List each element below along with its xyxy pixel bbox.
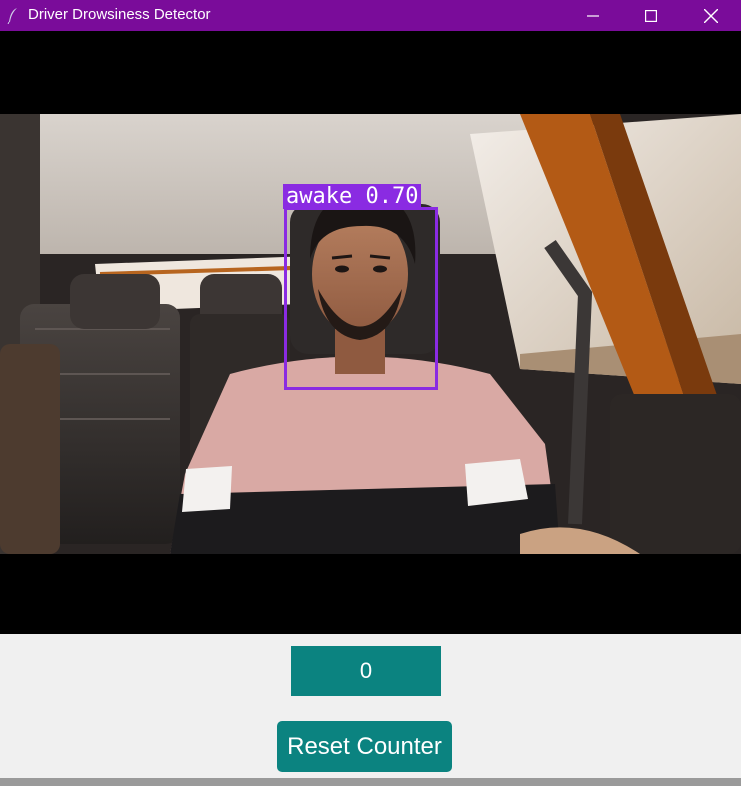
detection-box <box>284 207 438 390</box>
close-button[interactable] <box>682 0 740 31</box>
close-icon <box>704 8 718 23</box>
maximize-icon <box>645 9 657 22</box>
feather-icon <box>7 8 17 24</box>
window-bottom-edge <box>0 778 741 786</box>
maximize-button[interactable] <box>622 0 680 31</box>
reset-counter-button[interactable]: Reset Counter <box>277 721 452 772</box>
minimize-icon <box>587 14 599 17</box>
window-title: Driver Drowsiness Detector <box>28 6 211 23</box>
title-bar[interactable]: Driver Drowsiness Detector <box>0 0 741 31</box>
video-feed: awake 0.70 <box>0 31 741 634</box>
drowsiness-counter: 0 <box>291 646 441 696</box>
detection-label: awake 0.70 <box>283 184 422 209</box>
minimize-button[interactable] <box>564 0 622 31</box>
